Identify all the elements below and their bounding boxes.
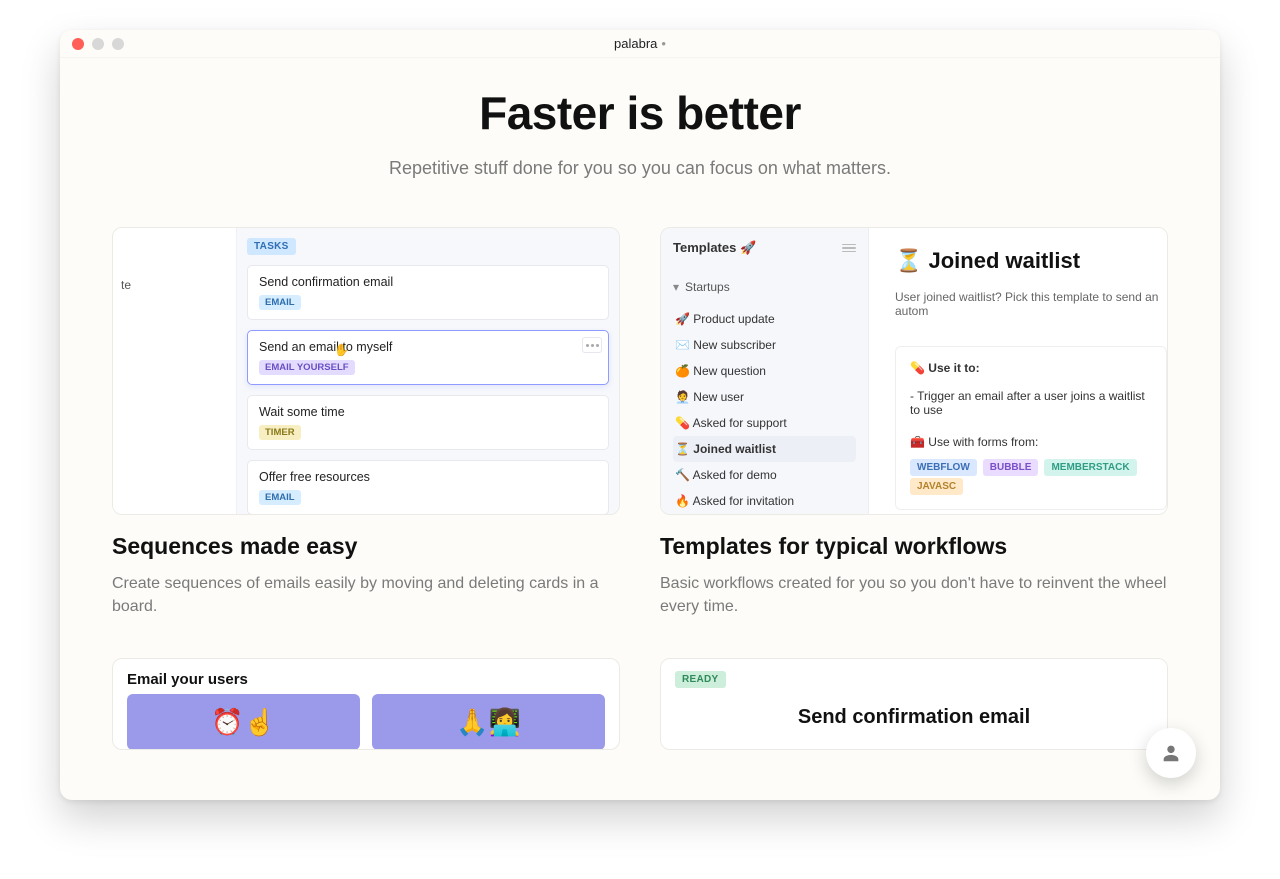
feature-title: Templates for typical workflows: [660, 533, 1168, 560]
category-tile[interactable]: 🙏👩‍💻: [372, 694, 605, 750]
template-list-item[interactable]: 💊 Asked for support: [673, 410, 856, 436]
task-card[interactable]: Send an email to myself EMAIL YOURSELF ✋: [247, 330, 609, 385]
task-type-badge: TIMER: [259, 425, 301, 440]
category-tile[interactable]: ⏰☝️: [127, 694, 360, 750]
task-type-badge: EMAIL: [259, 490, 301, 505]
confirmation-title: Send confirmation email: [675, 706, 1153, 729]
person-icon: [1160, 742, 1182, 764]
use-it-to-line: - Trigger an email after a user joins a …: [910, 389, 1152, 417]
task-title: Send an email to myself: [259, 340, 597, 354]
template-list-item[interactable]: 🚀 Product update: [673, 306, 856, 332]
tasks-column-label: TASKS: [247, 238, 296, 255]
support-chat-button[interactable]: [1146, 728, 1196, 778]
feature-confirmation: READY Send confirmation email: [660, 658, 1168, 750]
integration-tag: JAVASC: [910, 478, 963, 495]
confirmation-preview: READY Send confirmation email: [660, 658, 1168, 750]
task-card[interactable]: Wait some time TIMER: [247, 395, 609, 450]
task-card[interactable]: Send confirmation email EMAIL: [247, 265, 609, 320]
sequences-prev-column: te: [113, 228, 237, 514]
titlebar: palabra•: [60, 30, 1220, 58]
feature-desc: Basic workflows created for you so you d…: [660, 572, 1168, 618]
task-card[interactable]: Offer free resources EMAIL: [247, 460, 609, 515]
feature-sequences: te TASKS Send confirmation emailEMAILSen…: [112, 227, 620, 618]
task-title: Offer free resources: [259, 470, 597, 484]
cursor-icon: ✋: [334, 343, 349, 357]
chevron-down-icon: ▾: [673, 280, 679, 294]
template-list-item[interactable]: ⏳ Joined waitlist: [673, 436, 856, 462]
integration-tag: WEBFLOW: [910, 459, 977, 476]
feature-templates: Templates 🚀 ▾Startups 🚀 Product update✉️…: [660, 227, 1168, 618]
hero-subtitle: Repetitive stuff done for you so you can…: [112, 158, 1168, 179]
template-detail-title: ⏳ Joined waitlist: [895, 248, 1167, 274]
task-title: Wait some time: [259, 405, 597, 419]
feature-email-users: Email your users ⏰☝️🙏👩‍💻: [112, 658, 620, 750]
window-title: palabra•: [60, 36, 1220, 51]
use-it-to-header: 💊 Use it to:: [910, 361, 1152, 375]
ready-badge: READY: [675, 671, 726, 688]
integration-tag: BUBBLE: [983, 459, 1039, 476]
hero-title: Faster is better: [112, 86, 1168, 140]
templates-panel-title: Templates 🚀: [673, 240, 756, 256]
task-title: Send confirmation email: [259, 275, 597, 289]
feature-desc: Create sequences of emails easily by mov…: [112, 572, 620, 618]
email-users-title: Email your users: [113, 659, 619, 694]
card-menu-button[interactable]: [582, 337, 602, 353]
hamburger-icon[interactable]: [842, 244, 856, 253]
template-detail-subtitle: User joined waitlist? Pick this template…: [895, 290, 1167, 318]
templates-group[interactable]: ▾Startups: [673, 280, 856, 294]
templates-preview: Templates 🚀 ▾Startups 🚀 Product update✉️…: [660, 227, 1168, 515]
template-list-item[interactable]: 🔨 Asked for demo: [673, 462, 856, 488]
template-list-item[interactable]: 🍊 New question: [673, 358, 856, 384]
email-users-preview: Email your users ⏰☝️🙏👩‍💻: [112, 658, 620, 750]
template-detail: ⏳ Joined waitlist User joined waitlist? …: [869, 228, 1167, 514]
forms-header: 🧰 Use with forms from:: [910, 435, 1152, 449]
task-type-badge: EMAIL YOURSELF: [259, 360, 355, 375]
sequences-preview: te TASKS Send confirmation emailEMAILSen…: [112, 227, 620, 515]
integration-tag: MEMBERSTACK: [1044, 459, 1136, 476]
template-list-item[interactable]: ✉️ New subscriber: [673, 332, 856, 358]
task-type-badge: EMAIL: [259, 295, 301, 310]
template-list-item[interactable]: 🔥 Asked for invitation: [673, 488, 856, 514]
templates-sidebar: Templates 🚀 ▾Startups 🚀 Product update✉️…: [661, 228, 869, 514]
feature-title: Sequences made easy: [112, 533, 620, 560]
page-content: Faster is better Repetitive stuff done f…: [60, 58, 1220, 800]
template-list-item[interactable]: 🧑‍💼 New user: [673, 384, 856, 410]
app-window: palabra• Faster is better Repetitive stu…: [60, 30, 1220, 800]
